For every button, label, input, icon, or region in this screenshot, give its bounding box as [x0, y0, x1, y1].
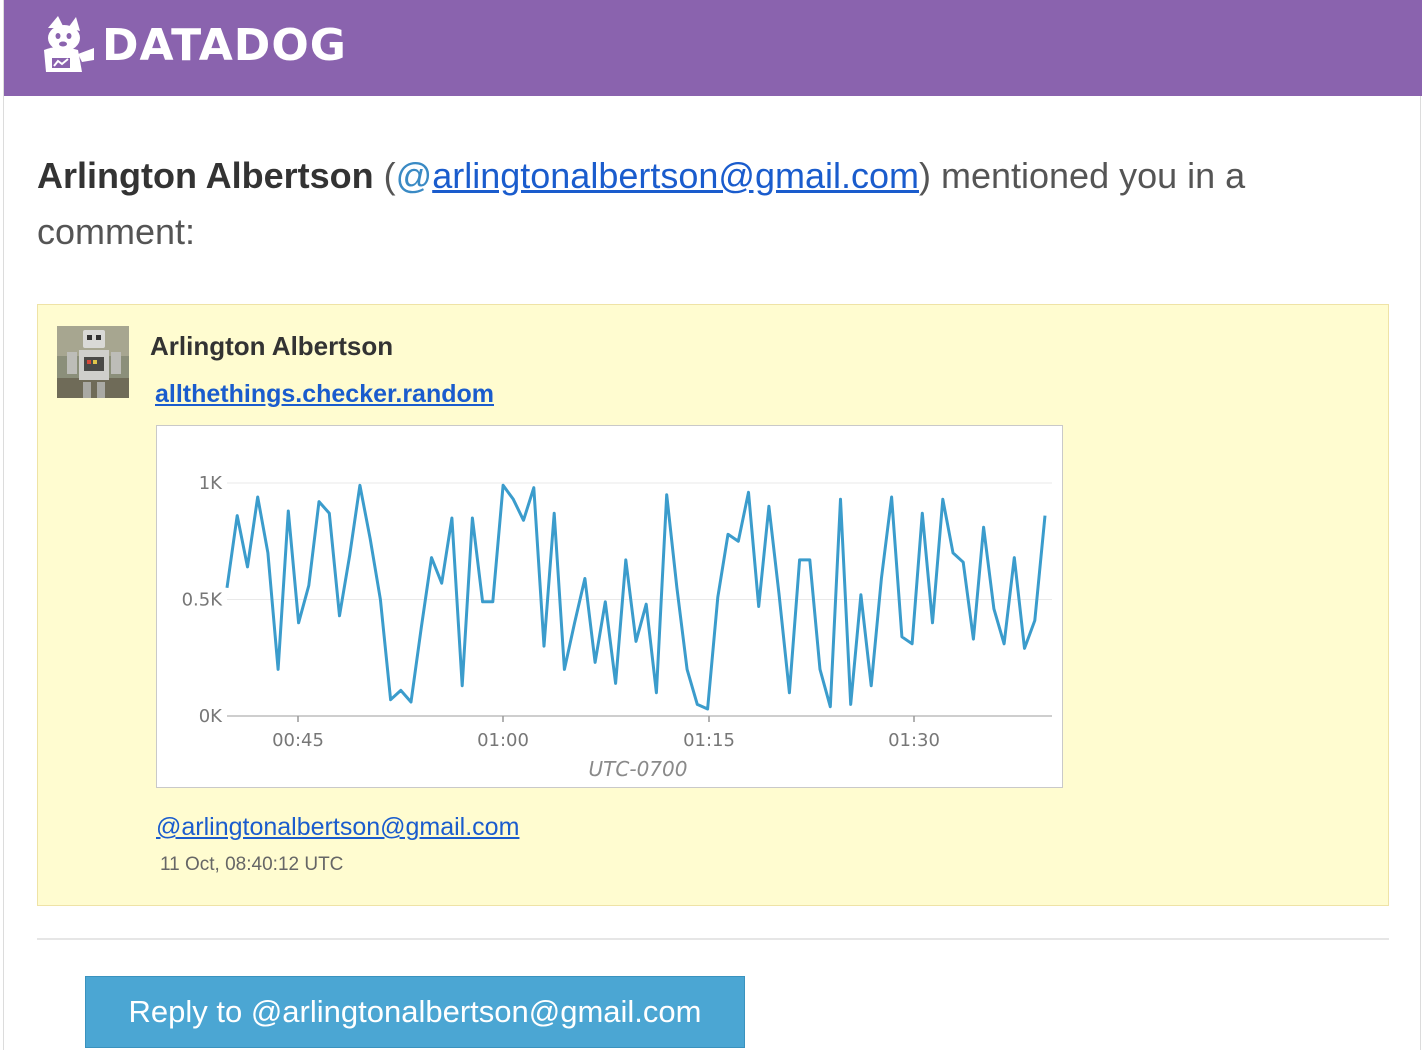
datadog-dog-icon: [44, 16, 94, 72]
metric-graph[interactable]: 0K 0.5K 1K 00:45 01:00 01:15 01:30 UTC-0700: [156, 425, 1063, 788]
series-line: [225, 483, 1047, 711]
x-tick-label: 01:15: [683, 730, 735, 751]
brand-name: DATADOG: [102, 19, 347, 71]
intro-at-symbol: @: [395, 155, 433, 196]
x-axis-label: UTC-0700: [589, 757, 688, 781]
intro-open-paren: (: [383, 155, 396, 196]
y-tick-label: 0K: [199, 706, 223, 727]
brand-header: DATADOG: [4, 0, 1422, 96]
comment-mention-link[interactable]: @arlingtonalbertson@gmail.com: [156, 813, 519, 842]
comment-box: Arlington Albertson allthethings.checker…: [37, 304, 1389, 906]
comment-timestamp: 11 Oct, 08:40:12 UTC: [160, 854, 344, 875]
x-tick-label: 00:45: [272, 730, 324, 751]
intro-author: Arlington Albertson: [37, 155, 374, 196]
avatar[interactable]: [57, 326, 129, 398]
mention-intro: Arlington Albertson (@arlingtonalbertson…: [37, 148, 1377, 260]
metric-link[interactable]: allthethings.checker.random: [155, 380, 494, 409]
email-frame: DATADOG Arlington Albertson (@arlingtona…: [3, 0, 1422, 1050]
reply-button[interactable]: Reply to @arlingtonalbertson@gmail.com: [85, 976, 745, 1048]
intro-email-link[interactable]: arlingtonalbertson@gmail.com: [432, 155, 919, 196]
comment-author: Arlington Albertson: [150, 331, 394, 361]
y-tick-label: 1K: [199, 473, 223, 494]
x-tick-label: 01:00: [477, 730, 529, 751]
divider: [37, 938, 1389, 940]
x-tick-label: 01:30: [888, 730, 940, 751]
y-tick-label: 0.5K: [182, 590, 224, 611]
datadog-logo[interactable]: DATADOG: [38, 14, 347, 76]
line-chart: 0K 0.5K 1K 00:45 01:00 01:15 01:30 UTC-0700: [182, 473, 1052, 781]
